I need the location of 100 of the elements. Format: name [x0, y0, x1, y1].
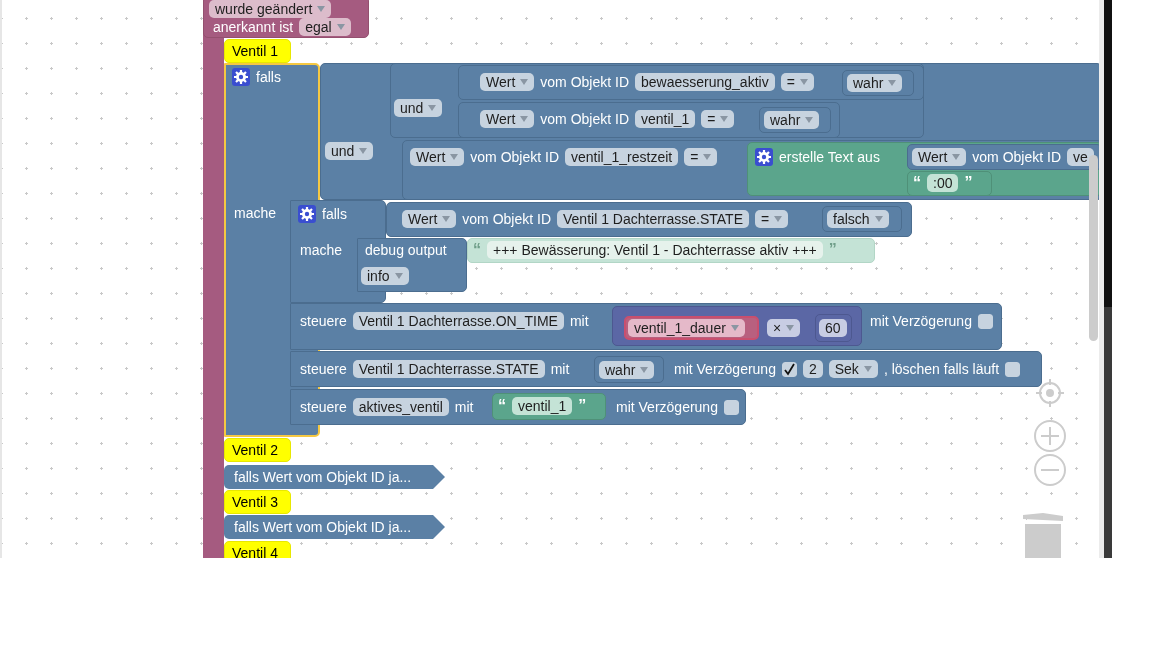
value-block[interactable]: wahr	[594, 356, 664, 383]
value-block[interactable]: Wert vom Objekt ID ventil_1_restzeit = erstelle Text aus Wert vom Objekt ID ve “ :00 ”	[402, 140, 1099, 200]
code-block[interactable]: falls Wert vom Objekt ID Ventil 1 Dachterrasse.STATE = falsch mache debug output “ +++ Bewässerung: Ventil 1 - Dachterrasse aktiv +++ ” info	[290, 200, 912, 303]
value-block[interactable]: wahr	[842, 70, 914, 96]
dropdown[interactable]: falsch	[827, 210, 889, 228]
value-field[interactable]: aktives_ventil	[352, 398, 449, 416]
block-label: Ventil 3	[232, 493, 278, 511]
zoom-in-icon[interactable]	[1034, 420, 1066, 452]
code-block[interactable]: steuere Ventil 1 Dachterrasse.STATE mit wahr mit Verzögerung 2 Sek , löschen falls läuft	[290, 351, 1042, 387]
caret-icon	[874, 216, 883, 222]
dropdown[interactable]: Wert	[480, 73, 535, 91]
dropdown[interactable]: Sek	[828, 360, 878, 378]
comment-label[interactable]: Ventil 4	[224, 541, 291, 558]
value-field[interactable]: ventil_1	[512, 397, 573, 415]
caret-icon	[520, 116, 529, 122]
value-field[interactable]: Ventil 1 Dachterrasse.STATE	[557, 210, 749, 228]
value-field[interactable]: ve	[1067, 148, 1094, 166]
caret-icon	[394, 273, 403, 279]
dropdown[interactable]: wurde geändert	[209, 0, 332, 18]
value-block[interactable]: Wert vom Objekt ID ve	[907, 144, 1099, 170]
caret-icon	[640, 367, 649, 373]
caret-icon	[888, 80, 897, 86]
code-block[interactable]: debug output “ +++ Bewässerung: Ventil 1 - Dachterrasse aktiv +++ ” info	[357, 238, 875, 292]
caret-icon	[359, 148, 368, 154]
dropdown[interactable]: =	[755, 210, 789, 228]
comment-label[interactable]: Ventil 3	[224, 490, 291, 514]
dropdown[interactable]: info	[361, 267, 409, 285]
dropdown[interactable]: ventil_1_dauer	[628, 319, 745, 337]
dropdown[interactable]: wahr	[764, 111, 820, 129]
collapsed-block[interactable]: falls Wert vom Objekt ID ja...	[224, 465, 445, 489]
dropdown[interactable]: =	[701, 110, 735, 128]
event-block[interactable]: wurde geändert anerkannt ist egal	[203, 0, 369, 38]
dropdown[interactable]: Wert	[480, 110, 535, 128]
center-icon[interactable]	[1034, 377, 1066, 409]
code-block[interactable]: steuere aktives_ventil mit “ ventil_1 ” mit Verzögerung	[290, 389, 746, 425]
caret-icon	[774, 216, 783, 222]
value-field[interactable]: +++ Bewässerung: Ventil 1 - Dachterrasse aktiv +++	[487, 241, 823, 259]
dropdown[interactable]: Wert	[912, 148, 967, 166]
comment-label[interactable]: Ventil 2	[224, 438, 291, 462]
caret-icon	[442, 216, 451, 222]
text-block[interactable]: “ ventil_1 ”	[492, 393, 606, 420]
comment-label[interactable]: Ventil 1	[224, 39, 291, 63]
caret-icon	[799, 79, 808, 85]
value-block[interactable]: falsch	[822, 206, 902, 232]
math-block[interactable]: ventil_1_dauer × 60	[612, 306, 862, 346]
zoom-out-icon[interactable]	[1034, 454, 1066, 486]
caret-icon	[786, 325, 795, 331]
dropdown[interactable]: =	[684, 148, 718, 166]
code-block[interactable]: steuere Ventil 1 Dachterrasse.ON_TIME mit ventil_1_dauer × 60 mit Verzögerung	[290, 303, 1002, 350]
caret-icon	[863, 366, 872, 372]
text-block[interactable]: erstelle Text aus Wert vom Objekt ID ve “ :00 ”	[747, 142, 1099, 196]
dropdown[interactable]: und	[394, 99, 443, 117]
block-label: , löschen falls läuft	[883, 360, 1000, 378]
trash-icon[interactable]	[1022, 510, 1064, 558]
gear-icon[interactable]	[232, 68, 250, 86]
block-label: falls Wert vom Objekt ID ja...	[234, 518, 412, 536]
block-label: falls	[322, 205, 347, 223]
collapsed-block[interactable]: falls Wert vom Objekt ID ja...	[224, 515, 445, 539]
block-label: anerkannt ist	[213, 18, 294, 36]
caret-icon	[703, 154, 712, 160]
dropdown[interactable]: =	[780, 73, 814, 91]
dropdown[interactable]: Wert	[402, 210, 457, 228]
block-label: vom Objekt ID	[972, 148, 1061, 166]
dropdown[interactable]: und	[325, 142, 374, 160]
gear-icon[interactable]	[298, 205, 316, 223]
text-block[interactable]: “ +++ Bewässerung: Ventil 1 - Dachterrasse aktiv +++ ”	[467, 238, 875, 263]
value-field[interactable]: Ventil 1 Dachterrasse.ON_TIME	[352, 312, 564, 330]
dropdown[interactable]: ×	[767, 319, 801, 337]
value-field[interactable]: Ventil 1 Dachterrasse.STATE	[352, 360, 545, 378]
block-label: mit Verzögerung	[674, 360, 776, 378]
block-label: mit	[550, 360, 570, 378]
quote-mark: “	[473, 241, 481, 259]
caret-icon	[450, 154, 459, 160]
block-label: falls Wert vom Objekt ID ja...	[234, 468, 412, 486]
block-label: steuere	[300, 360, 347, 378]
value-field[interactable]: bewaesserung_aktiv	[635, 73, 775, 91]
quote-mark: ”	[964, 174, 973, 192]
caret-icon	[428, 105, 437, 111]
value-block[interactable]: Wert vom Objekt ID Ventil 1 Dachterrasse.STATE = falsch	[386, 202, 912, 237]
value-block[interactable]: Wert vom Objekt ID bewaesserung_aktiv = wahr	[458, 65, 924, 100]
value-field[interactable]: :00	[927, 174, 959, 192]
value-field[interactable]: ventil_1_restzeit	[565, 148, 679, 166]
value-block[interactable]: Wert vom Objekt ID ventil_1 = wahr	[458, 102, 840, 138]
math-block[interactable]: 60	[815, 314, 852, 342]
code-block[interactable]	[224, 63, 1099, 437]
variable-block[interactable]: ventil_1_dauer	[624, 316, 759, 340]
dropdown[interactable]: egal	[299, 18, 351, 36]
dropdown[interactable]: wahr	[847, 74, 903, 92]
scrollbar[interactable]	[1089, 155, 1098, 341]
quote-mark: ”	[828, 241, 837, 259]
value-block[interactable]: wahr	[759, 107, 831, 133]
value-block[interactable]: Wert vom Objekt ID bewaesserung_aktiv = wahr und Wert vom Objekt ID ventil_1 = wahr	[390, 63, 924, 138]
block-label: erstelle Text aus	[779, 148, 880, 166]
gear-icon[interactable]	[755, 148, 773, 166]
value-block[interactable]: Wert vom Objekt ID bewaesserung_aktiv = wahr und Wert vom Objekt ID ventil_1 = wahr und Wert vom Objekt ID ventil_1_restzeit = erstelle Text aus Wert vom Objekt ID ve “ :00 ”	[320, 63, 1099, 200]
value-field[interactable]: 60	[819, 319, 847, 337]
dropdown[interactable]: Wert	[410, 148, 465, 166]
value-field[interactable]: ventil_1	[635, 110, 696, 128]
dropdown[interactable]: wahr	[599, 361, 655, 379]
text-block[interactable]: “ :00 ”	[907, 171, 992, 196]
